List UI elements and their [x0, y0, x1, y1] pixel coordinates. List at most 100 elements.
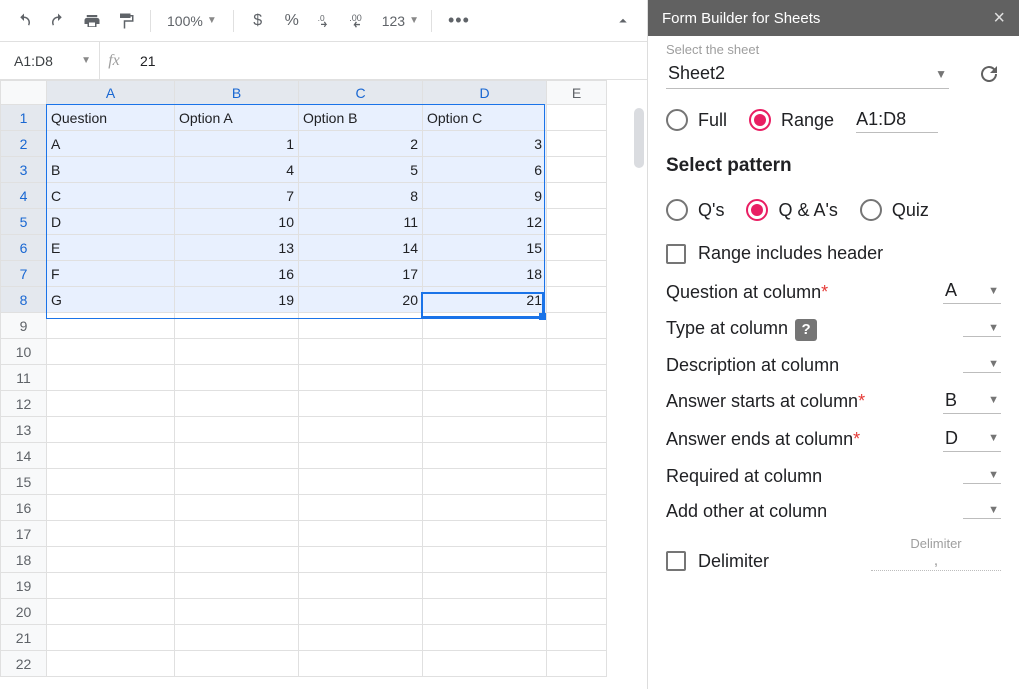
cell-D1[interactable]: Option C — [423, 105, 547, 131]
col-header-A[interactable]: A — [47, 81, 175, 105]
cell-B20[interactable] — [175, 599, 299, 625]
undo-button[interactable] — [10, 7, 38, 35]
cell-C12[interactable] — [299, 391, 423, 417]
cell-A16[interactable] — [47, 495, 175, 521]
row-header-7[interactable]: 7 — [1, 261, 47, 287]
type-col-select[interactable]: ▼ — [963, 322, 1001, 337]
cell-B16[interactable] — [175, 495, 299, 521]
row-header-12[interactable]: 12 — [1, 391, 47, 417]
cell-D6[interactable]: 15 — [423, 235, 547, 261]
cell-B4[interactable]: 7 — [175, 183, 299, 209]
cell-E1[interactable] — [547, 105, 607, 131]
cell-A15[interactable] — [47, 469, 175, 495]
cell-A18[interactable] — [47, 547, 175, 573]
cell-B10[interactable] — [175, 339, 299, 365]
cell-A3[interactable]: B — [47, 157, 175, 183]
number-format-dropdown[interactable]: 123▼ — [380, 13, 421, 29]
col-header-C[interactable]: C — [299, 81, 423, 105]
cell-C11[interactable] — [299, 365, 423, 391]
row-header-15[interactable]: 15 — [1, 469, 47, 495]
cell-A14[interactable] — [47, 443, 175, 469]
cell-C6[interactable]: 14 — [299, 235, 423, 261]
increase-decimal-button[interactable]: .00 — [346, 7, 374, 35]
cell-D9[interactable] — [423, 313, 547, 339]
cell-E11[interactable] — [547, 365, 607, 391]
print-button[interactable] — [78, 7, 106, 35]
cell-A4[interactable]: C — [47, 183, 175, 209]
cell-D8[interactable]: 21 — [423, 287, 547, 313]
cell-A21[interactable] — [47, 625, 175, 651]
cell-A7[interactable]: F — [47, 261, 175, 287]
cell-B18[interactable] — [175, 547, 299, 573]
cell-C7[interactable]: 17 — [299, 261, 423, 287]
cell-E16[interactable] — [547, 495, 607, 521]
cell-A6[interactable]: E — [47, 235, 175, 261]
range-input[interactable] — [856, 107, 938, 133]
cell-A2[interactable]: A — [47, 131, 175, 157]
cell-C17[interactable] — [299, 521, 423, 547]
includes-header-checkbox[interactable]: Range includes header — [666, 243, 1001, 264]
cell-A1[interactable]: Question — [47, 105, 175, 131]
more-toolbar-button[interactable]: ••• — [442, 10, 476, 31]
answer-end-select[interactable]: D▼ — [943, 428, 1001, 452]
cell-B7[interactable]: 16 — [175, 261, 299, 287]
cell-B2[interactable]: 1 — [175, 131, 299, 157]
row-header-16[interactable]: 16 — [1, 495, 47, 521]
decrease-decimal-button[interactable]: .0 — [312, 7, 340, 35]
vertical-scrollbar[interactable] — [634, 108, 644, 168]
cell-B9[interactable] — [175, 313, 299, 339]
collapse-toolbar-button[interactable] — [609, 7, 637, 35]
format-percent-button[interactable]: % — [278, 7, 306, 35]
question-col-select[interactable]: A▼ — [943, 280, 1001, 304]
cell-E5[interactable] — [547, 209, 607, 235]
cell-D14[interactable] — [423, 443, 547, 469]
cell-E17[interactable] — [547, 521, 607, 547]
cell-C20[interactable] — [299, 599, 423, 625]
pattern-quiz-radio[interactable]: Quiz — [860, 199, 929, 221]
cell-E9[interactable] — [547, 313, 607, 339]
col-header-B[interactable]: B — [175, 81, 299, 105]
cell-A19[interactable] — [47, 573, 175, 599]
cell-B21[interactable] — [175, 625, 299, 651]
row-header-19[interactable]: 19 — [1, 573, 47, 599]
cell-E20[interactable] — [547, 599, 607, 625]
row-header-13[interactable]: 13 — [1, 417, 47, 443]
cell-C13[interactable] — [299, 417, 423, 443]
row-header-18[interactable]: 18 — [1, 547, 47, 573]
mode-range-radio[interactable]: Range — [749, 109, 834, 131]
cell-A10[interactable] — [47, 339, 175, 365]
pattern-qs-radio[interactable]: Q's — [666, 199, 724, 221]
cell-A11[interactable] — [47, 365, 175, 391]
delimiter-checkbox[interactable] — [666, 551, 686, 571]
cell-A5[interactable]: D — [47, 209, 175, 235]
cell-C5[interactable]: 11 — [299, 209, 423, 235]
cell-A13[interactable] — [47, 417, 175, 443]
cell-E10[interactable] — [547, 339, 607, 365]
cell-B22[interactable] — [175, 651, 299, 677]
cell-D20[interactable] — [423, 599, 547, 625]
cell-C1[interactable]: Option B — [299, 105, 423, 131]
cell-C19[interactable] — [299, 573, 423, 599]
cell-D4[interactable]: 9 — [423, 183, 547, 209]
col-header-E[interactable]: E — [547, 81, 607, 105]
cell-C18[interactable] — [299, 547, 423, 573]
paint-format-button[interactable] — [112, 7, 140, 35]
cell-E19[interactable] — [547, 573, 607, 599]
refresh-icon[interactable] — [977, 62, 1001, 86]
close-icon[interactable]: × — [993, 7, 1005, 30]
cell-E12[interactable] — [547, 391, 607, 417]
cell-E21[interactable] — [547, 625, 607, 651]
desc-col-select[interactable]: ▼ — [963, 358, 1001, 373]
cell-D3[interactable]: 6 — [423, 157, 547, 183]
cell-E8[interactable] — [547, 287, 607, 313]
cell-D16[interactable] — [423, 495, 547, 521]
row-header-21[interactable]: 21 — [1, 625, 47, 651]
cell-C9[interactable] — [299, 313, 423, 339]
help-icon[interactable]: ? — [795, 319, 817, 341]
sheet-select[interactable]: Sheet2▼ — [666, 59, 949, 89]
row-header-11[interactable]: 11 — [1, 365, 47, 391]
mode-full-radio[interactable]: Full — [666, 109, 727, 131]
answer-start-select[interactable]: B▼ — [943, 390, 1001, 414]
cell-E22[interactable] — [547, 651, 607, 677]
cell-C16[interactable] — [299, 495, 423, 521]
